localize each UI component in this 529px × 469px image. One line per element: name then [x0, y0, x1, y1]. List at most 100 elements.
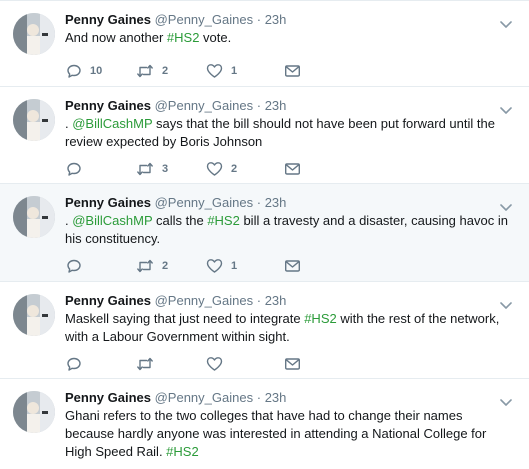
timestamp[interactable]: 23h — [265, 293, 287, 308]
tweet-content: Penny Gaines @Penny_Gaines · 23h Ghani r… — [65, 389, 513, 461]
tweet-header: Penny Gaines @Penny_Gaines · 23h — [65, 97, 513, 114]
heart-icon — [206, 259, 223, 273]
mention-link[interactable]: @BillCashMP — [72, 213, 152, 228]
tweet[interactable]: Penny Gaines @Penny_Gaines · 23h And now… — [0, 1, 529, 87]
tweet-actions: 2 1 — [66, 258, 301, 274]
tweet-text: Ghani refers to the two colleges that ha… — [65, 407, 513, 461]
like-count: 1 — [231, 65, 238, 77]
author-name[interactable]: Penny Gaines — [65, 195, 151, 210]
like-count: 2 — [231, 163, 238, 175]
tweet-content: Penny Gaines @Penny_Gaines · 23h . @Bill… — [65, 194, 513, 248]
like-button[interactable]: 1 — [206, 63, 284, 79]
text-segment: calls the — [152, 213, 208, 228]
tweet-text: . @BillCashMP says that the bill should … — [65, 115, 513, 151]
tweet-timeline: Penny Gaines @Penny_Gaines · 23h And now… — [0, 0, 529, 459]
envelope-icon — [285, 358, 301, 370]
tweet[interactable]: Penny Gaines @Penny_Gaines · 23h . @Bill… — [0, 87, 529, 184]
retweet-count: 2 — [162, 260, 169, 272]
mention-link[interactable]: @BillCashMP — [72, 116, 152, 131]
hashtag-link[interactable]: #HS2 — [207, 213, 240, 228]
author-name[interactable]: Penny Gaines — [65, 98, 151, 113]
author-handle[interactable]: @Penny_Gaines — [155, 293, 253, 308]
text-segment: And now another — [65, 30, 167, 45]
timestamp[interactable]: 23h — [265, 98, 287, 113]
separator: · — [256, 293, 262, 308]
chevron-down-icon[interactable] — [499, 200, 513, 214]
tweet-text: . @BillCashMP calls the #HS2 bill a trav… — [65, 212, 513, 248]
text-segment: Maskell saying that just need to integra… — [65, 311, 305, 326]
direct-message-button[interactable] — [284, 356, 301, 372]
retweet-count: 2 — [162, 65, 169, 77]
separator: · — [256, 195, 262, 210]
reply-button[interactable]: 10 — [66, 63, 136, 79]
avatar[interactable] — [13, 196, 55, 238]
heart-icon — [206, 64, 223, 78]
reply-icon — [67, 64, 81, 78]
tweet-content: Penny Gaines @Penny_Gaines · 23h Maskell… — [65, 292, 513, 346]
reply-count: 10 — [90, 65, 103, 77]
chevron-down-icon[interactable] — [499, 298, 513, 312]
tweet[interactable]: Penny Gaines @Penny_Gaines · 23h Ghani r… — [0, 379, 529, 469]
tweet[interactable]: Penny Gaines @Penny_Gaines · 23h . @Bill… — [0, 184, 529, 282]
direct-message-button[interactable] — [284, 161, 301, 177]
envelope-icon — [285, 163, 301, 175]
reply-button[interactable] — [66, 161, 136, 177]
author-name[interactable]: Penny Gaines — [65, 12, 151, 27]
timestamp[interactable]: 23h — [265, 12, 287, 27]
tweet-header: Penny Gaines @Penny_Gaines · 23h — [65, 389, 513, 406]
avatar[interactable] — [13, 294, 55, 336]
author-handle[interactable]: @Penny_Gaines — [155, 390, 253, 405]
direct-message-button[interactable] — [284, 63, 301, 79]
hashtag-link[interactable]: #HS2 — [304, 311, 337, 326]
avatar[interactable] — [13, 99, 55, 141]
retweet-icon — [137, 162, 153, 176]
like-count: 1 — [231, 260, 238, 272]
separator: · — [256, 12, 262, 27]
chevron-down-icon[interactable] — [499, 17, 513, 31]
retweet-button[interactable]: 3 — [136, 161, 206, 177]
reply-button[interactable] — [66, 356, 136, 372]
tweet-header: Penny Gaines @Penny_Gaines · 23h — [65, 292, 513, 309]
tweet-content: Penny Gaines @Penny_Gaines · 23h . @Bill… — [65, 97, 513, 151]
retweet-button[interactable]: 2 — [136, 258, 206, 274]
author-handle[interactable]: @Penny_Gaines — [155, 195, 253, 210]
retweet-count: 3 — [162, 163, 169, 175]
timestamp[interactable]: 23h — [265, 390, 287, 405]
like-button[interactable]: 2 — [206, 161, 284, 177]
separator: · — [256, 390, 262, 405]
reply-icon — [67, 259, 81, 273]
tweet-text: And now another #HS2 vote. — [65, 29, 513, 47]
tweet-actions — [66, 356, 301, 372]
heart-icon — [206, 357, 223, 371]
tweet[interactable]: Penny Gaines @Penny_Gaines · 23h Maskell… — [0, 282, 529, 379]
author-handle[interactable]: @Penny_Gaines — [155, 98, 253, 113]
tweet-actions: 3 2 — [66, 161, 301, 177]
like-button[interactable]: 1 — [206, 258, 284, 274]
chevron-down-icon[interactable] — [499, 395, 513, 409]
tweet-header: Penny Gaines @Penny_Gaines · 23h — [65, 11, 513, 28]
text-segment: Ghani refers to the two colleges that ha… — [65, 408, 487, 459]
retweet-button[interactable]: 2 — [136, 63, 206, 79]
tweet-header: Penny Gaines @Penny_Gaines · 23h — [65, 194, 513, 211]
tweet-content: Penny Gaines @Penny_Gaines · 23h And now… — [65, 11, 513, 47]
author-name[interactable]: Penny Gaines — [65, 293, 151, 308]
retweet-button[interactable] — [136, 356, 206, 372]
hashtag-link[interactable]: #HS2 — [167, 30, 200, 45]
reply-icon — [67, 162, 81, 176]
author-handle[interactable]: @Penny_Gaines — [155, 12, 253, 27]
text-segment: vote. — [199, 30, 232, 45]
envelope-icon — [285, 260, 301, 272]
timestamp[interactable]: 23h — [265, 195, 287, 210]
reply-button[interactable] — [66, 258, 136, 274]
like-button[interactable] — [206, 356, 284, 372]
separator: · — [256, 98, 262, 113]
author-name[interactable]: Penny Gaines — [65, 390, 151, 405]
reply-icon — [67, 357, 81, 371]
tweet-text: Maskell saying that just need to integra… — [65, 310, 513, 346]
envelope-icon — [285, 65, 301, 77]
direct-message-button[interactable] — [284, 258, 301, 274]
retweet-icon — [137, 64, 153, 78]
avatar[interactable] — [13, 391, 55, 433]
chevron-down-icon[interactable] — [499, 103, 513, 117]
avatar[interactable] — [13, 13, 55, 55]
